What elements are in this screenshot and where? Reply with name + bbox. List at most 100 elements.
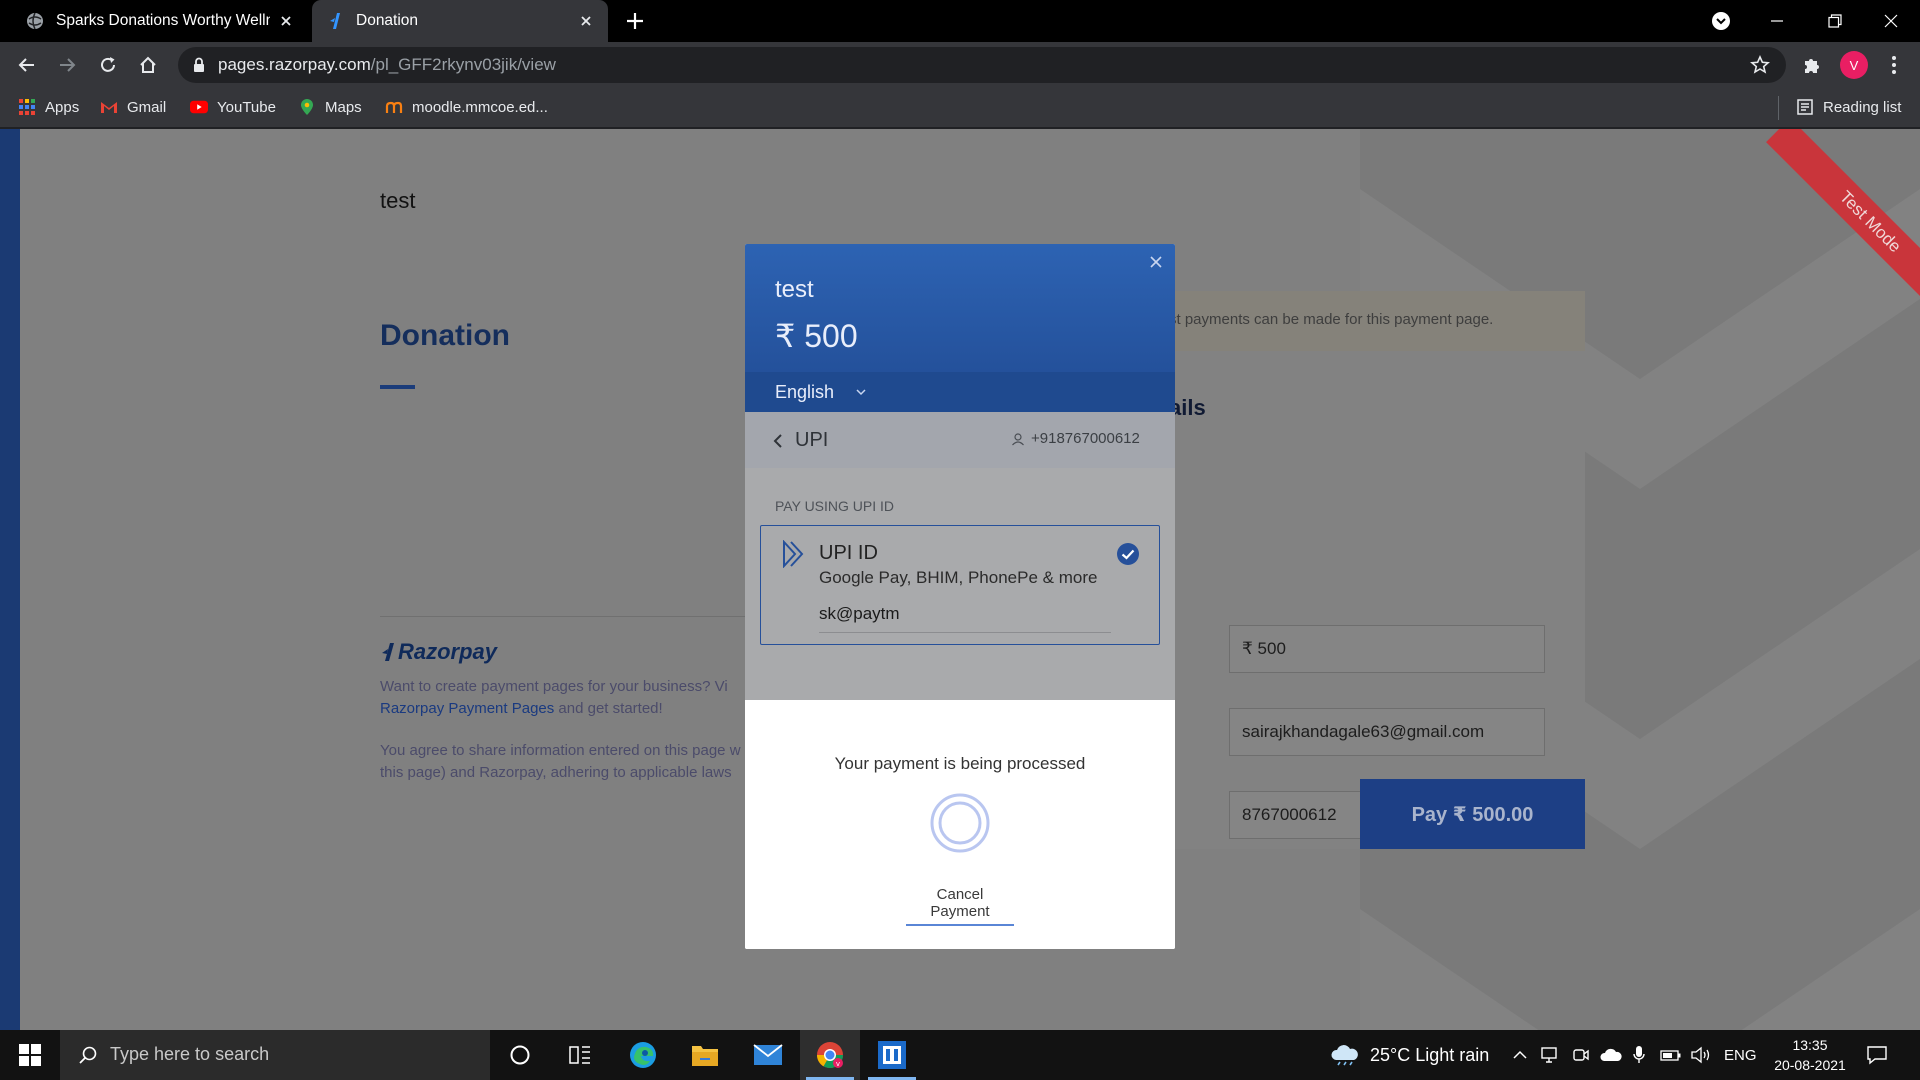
display-icon [1541,1047,1557,1063]
back-button[interactable] [15,53,39,77]
new-tab-button[interactable] [624,10,646,32]
bookmark-moodle[interactable]: moodle.mmcoe.ed... [385,98,548,116]
microphone-icon [1633,1046,1645,1063]
footer-promo-line: Want to create payment pages for your bu… [380,678,728,695]
taskbar-mail[interactable] [738,1030,798,1080]
bookmark-maps[interactable]: Maps [298,98,362,116]
cancel-payment-button[interactable]: Cancel Payment [906,886,1014,926]
mail-icon [753,1044,783,1065]
taskbar-edge[interactable] [613,1030,673,1080]
apps-grid-icon [18,98,36,116]
loading-spinner-icon [929,792,991,854]
address-bar[interactable]: pages.razorpay.com/pl_GFF2rkynv03jik/vie… [178,47,1786,83]
extensions-puzzle-icon[interactable] [1800,53,1824,77]
taskbar-file-explorer[interactable] [675,1030,735,1080]
moodle-icon [385,98,403,116]
page-title: Donation [380,319,510,352]
profile-avatar[interactable]: V [1840,51,1868,79]
left-color-band [0,129,20,1030]
chrome-icon: v [816,1042,844,1069]
window-close-button[interactable] [1862,0,1920,42]
weather-widget[interactable] [1330,1030,1360,1080]
taskbar-clock[interactable]: 13:35 20-08-2021 [1760,1035,1860,1075]
taskbar-app-blue[interactable] [862,1030,922,1080]
chevron-up-icon [1513,1050,1527,1059]
youtube-icon [190,98,208,116]
reading-list-icon [1796,98,1814,116]
tab-title: Donation [356,12,419,29]
taskbar-chrome[interactable]: v [800,1030,860,1080]
tray-meet-icon[interactable] [1572,1030,1590,1080]
razorpay-logo[interactable]: Razorpay [380,639,497,665]
windows-taskbar: Type here to search v 25°C Light rain EN… [0,1030,1920,1080]
browser-tab-strip: Sparks Donations Worthy Wellne Donation [0,0,1920,42]
test-mode-notice: st payments can be made for this payment… [1169,291,1585,351]
close-icon[interactable] [1149,255,1163,269]
task-view-button[interactable] [550,1030,610,1080]
menu-kebab-icon[interactable] [1882,53,1906,77]
page-viewport: test Donation Razorpay Want to create pa… [0,129,1920,1030]
browser-toolbar: pages.razorpay.com/pl_GFF2rkynv03jik/vie… [0,42,1920,88]
url-text[interactable]: pages.razorpay.com/pl_GFF2rkynv03jik/vie… [218,55,556,75]
email-field[interactable]: sairajkhandagale63@gmail.com [1229,708,1545,756]
razorpay-pages-link[interactable]: Razorpay Payment Pages [380,700,554,717]
minimize-button[interactable] [1748,0,1806,42]
weather-text[interactable]: 25°C Light rain [1370,1045,1489,1066]
notifications-button[interactable] [1866,1030,1888,1080]
pay-button[interactable]: Pay ₹ 500.00 [1360,779,1585,849]
language-selector[interactable]: English [745,372,1175,412]
check-circle-icon [1116,542,1140,566]
restore-button[interactable] [1806,0,1864,42]
taskbar-search-box[interactable]: Type here to search [60,1030,490,1080]
amount-field[interactable]: ₹ 500 [1229,625,1545,673]
show-hidden-icons[interactable] [1512,1030,1528,1080]
tray-device-icon[interactable] [1540,1030,1560,1080]
windows-start-button[interactable] [0,1030,60,1080]
checkout-amount: ₹ 500 [775,318,858,354]
bookmark-gmail[interactable]: Gmail [100,98,166,116]
tab-title: Sparks Donations Worthy Wellne [56,12,270,29]
bookmark-apps[interactable]: Apps [18,98,79,116]
reload-button[interactable] [96,53,120,77]
cortana-button[interactable] [490,1030,550,1080]
bookmark-star-icon[interactable] [1750,55,1770,75]
tab-search-icon[interactable] [1710,10,1732,32]
tray-microphone-icon[interactable] [1632,1030,1646,1080]
reading-list-button[interactable]: Reading list [1796,98,1901,116]
tab-donation[interactable]: Donation [312,0,608,42]
bookmark-youtube[interactable]: YouTube [190,98,276,116]
processing-overlay: Your payment is being processed Cancel P… [745,700,1175,949]
back-chevron-icon[interactable] [773,434,783,448]
gmail-icon [100,98,118,116]
checkout-method-bar: UPI +918767000612 [745,412,1175,468]
checkout-header: test ₹ 500 [745,244,1175,372]
tray-battery-icon[interactable] [1660,1030,1682,1080]
upi-id-input[interactable]: sk@paytm [819,604,900,624]
tray-volume-icon[interactable] [1690,1030,1712,1080]
contact-number[interactable]: +918767000612 [1031,430,1140,447]
upi-method-body: PAY USING UPI ID UPI ID Google Pay, BHIM… [745,468,1175,700]
forward-button[interactable] [55,53,79,77]
page-merchant-name: test [380,188,416,213]
battery-icon [1660,1050,1681,1061]
footer-consent-line: You agree to share information entered o… [380,742,741,759]
user-icon [1011,432,1025,446]
cortana-circle-icon [510,1045,530,1065]
close-icon[interactable] [278,13,294,29]
footer-promo-line-2: Razorpay Payment Pages and get started! [380,700,663,717]
tray-onedrive-icon[interactable] [1600,1030,1622,1080]
edge-browser-icon [630,1042,656,1068]
home-button[interactable] [136,53,160,77]
tab-sparks-donations[interactable]: Sparks Donations Worthy Wellne [12,0,308,42]
razorpay-checkout-modal: test ₹ 500 English UPI +918767000612 PAY… [745,244,1175,949]
upi-id-option[interactable]: UPI ID Google Pay, BHIM, PhonePe & more … [760,525,1160,645]
rain-cloud-icon [1331,1045,1358,1066]
lock-icon[interactable] [192,57,206,73]
close-icon[interactable] [578,13,594,29]
camera-icon [1573,1049,1589,1061]
input-language[interactable]: ENG [1724,1030,1757,1080]
processing-message: Your payment is being processed [834,754,1086,773]
windows-logo-icon [19,1044,41,1066]
chevron-down-icon [855,388,867,396]
svg-text:v: v [836,1060,840,1068]
